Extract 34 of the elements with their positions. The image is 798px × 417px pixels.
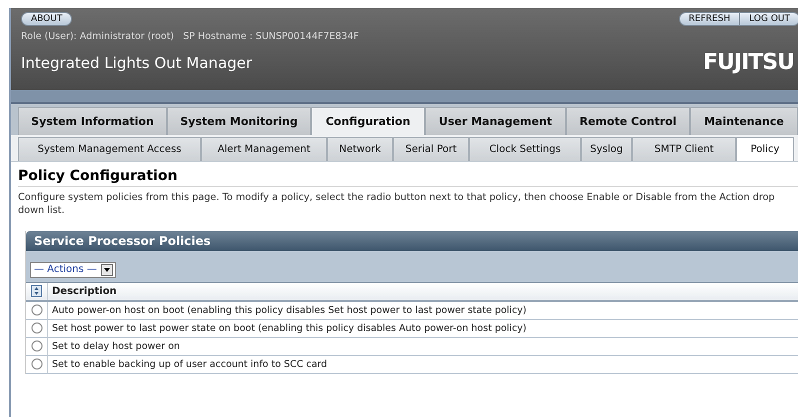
sub-tab[interactable]: Syslog <box>581 137 632 161</box>
nav-tab[interactable]: Remote Control <box>566 107 690 135</box>
sub-tab[interactable]: Clock Settings <box>469 137 581 161</box>
sub-tab[interactable]: Network <box>327 137 393 161</box>
nav-tab[interactable]: User Management <box>425 107 566 135</box>
logout-button[interactable]: LOG OUT <box>740 12 798 26</box>
actions-dropdown[interactable]: — Actions — <box>30 262 116 278</box>
nav-tab[interactable]: System Information <box>18 107 167 135</box>
sub-tab[interactable]: System Management Access <box>18 137 201 161</box>
page-description: Configure system policies from this page. To modify a policy, select the radio button next to that policy, then choose Enable or Disable from the Action drop down list. <box>18 192 776 218</box>
nav-tab[interactable]: Configuration <box>311 107 425 135</box>
sub-tab[interactable]: Alert Management <box>201 137 327 161</box>
page-title: Policy Configuration <box>18 168 798 187</box>
sub-tab[interactable]: Policy <box>736 137 794 161</box>
radio-button[interactable] <box>30 358 42 370</box>
about-button[interactable]: ABOUT <box>21 12 72 26</box>
sub-tab[interactable]: SMTP Client <box>632 137 736 161</box>
app-title: Integrated Lights Out Manager <box>21 54 252 72</box>
table-cell-text: Set to enable backing up of user account info to SCC card <box>51 358 328 372</box>
table-title-bar: Service Processor Policies <box>26 231 798 252</box>
sort-icon[interactable] <box>31 285 42 298</box>
radio-button[interactable] <box>30 340 42 352</box>
table-cell-text: Set host power to last power state on boot (enabling this policy disables Auto power-on host policy) <box>51 322 528 336</box>
nav-tab[interactable]: Maintenance <box>690 107 798 135</box>
radio-button[interactable] <box>30 322 42 334</box>
sub-tab[interactable]: Serial Port <box>393 137 469 161</box>
radio-button[interactable] <box>30 304 42 316</box>
column-header: Description <box>51 284 118 299</box>
logo: FUJITSU <box>703 50 794 75</box>
nav-tab[interactable]: System Monitoring <box>167 107 311 135</box>
refresh-button[interactable]: REFRESH <box>678 12 740 26</box>
role-hostname-text: Role (User): Administrator (root) SP Hostname : SUNSP00144F7E834F <box>21 31 360 42</box>
table-cell-text: Auto power-on host on boot (enabling this policy disables Set host power to last power state policy) <box>51 304 528 318</box>
table-cell-text: Set to delay host power on <box>51 340 181 354</box>
